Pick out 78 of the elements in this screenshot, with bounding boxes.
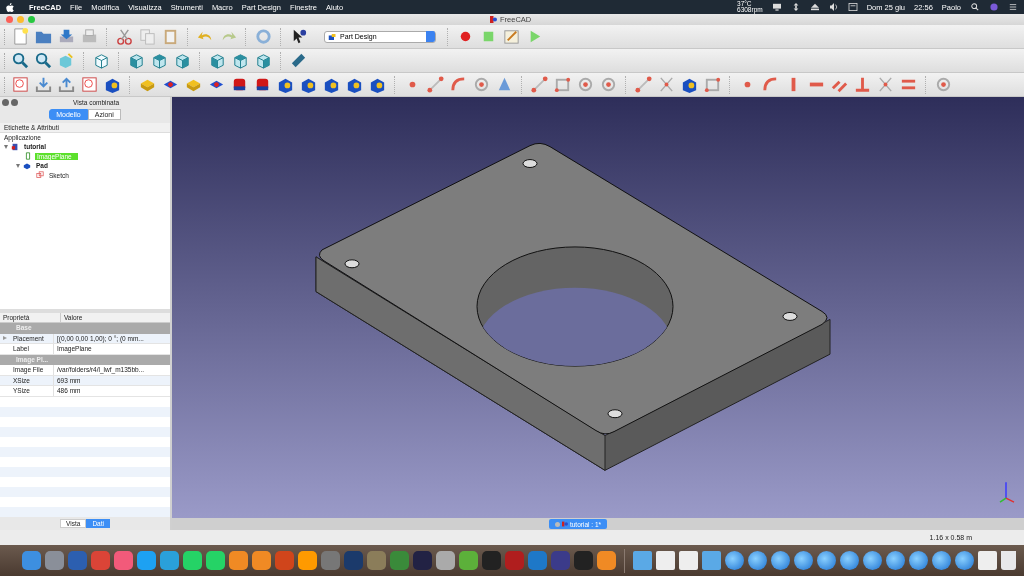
3d-viewport[interactable] bbox=[172, 97, 1024, 518]
cube-view-icon[interactable] bbox=[231, 51, 250, 70]
ruler-icon[interactable] bbox=[289, 51, 308, 70]
app-icon[interactable] bbox=[229, 551, 248, 570]
app-icon[interactable] bbox=[321, 551, 340, 570]
globe-icon[interactable] bbox=[909, 551, 928, 570]
scissors-icon[interactable] bbox=[115, 27, 134, 46]
app-logo-icon bbox=[490, 16, 497, 23]
image-plane-icon bbox=[24, 152, 32, 161]
fit-all-icon[interactable] bbox=[11, 51, 30, 70]
search-icon[interactable] bbox=[970, 3, 980, 11]
app-icon[interactable] bbox=[45, 551, 64, 570]
zoom-button[interactable] bbox=[28, 16, 35, 23]
new-file-icon[interactable] bbox=[11, 27, 30, 46]
cube-view-icon[interactable] bbox=[254, 51, 273, 70]
float-button[interactable] bbox=[11, 99, 18, 106]
app-logo-icon bbox=[561, 521, 568, 527]
globe-icon[interactable] bbox=[771, 551, 790, 570]
app-icon[interactable] bbox=[597, 551, 616, 570]
macro-edit-icon[interactable] bbox=[502, 27, 521, 46]
upload-icon[interactable] bbox=[57, 75, 76, 94]
plate-drawing[interactable] bbox=[315, 142, 831, 471]
line-icon[interactable] bbox=[426, 75, 445, 94]
expand-arrow-icon[interactable] bbox=[4, 144, 8, 149]
rectangle-icon[interactable] bbox=[553, 75, 572, 94]
axis-icon bbox=[999, 481, 1015, 503]
cube-view-icon[interactable] bbox=[173, 51, 192, 70]
sketch-icon bbox=[36, 171, 44, 180]
app-icon[interactable] bbox=[114, 551, 133, 570]
app-icon[interactable] bbox=[298, 551, 317, 570]
expand-arrow-icon[interactable] bbox=[16, 163, 20, 168]
globe-icon[interactable] bbox=[863, 551, 882, 570]
close-button[interactable] bbox=[2, 99, 9, 106]
download-icon[interactable] bbox=[34, 75, 53, 94]
globe-icon[interactable] bbox=[794, 551, 813, 570]
globe-icon[interactable] bbox=[817, 551, 836, 570]
app-icon[interactable] bbox=[459, 551, 478, 570]
display-icon[interactable] bbox=[771, 3, 782, 11]
app-icon[interactable] bbox=[160, 551, 179, 570]
app-icon[interactable] bbox=[413, 551, 432, 570]
app-icon[interactable] bbox=[91, 551, 110, 570]
fit-selection-icon[interactable] bbox=[34, 51, 53, 70]
polyline-icon[interactable] bbox=[530, 75, 549, 94]
cube-view-icon[interactable] bbox=[127, 51, 146, 70]
circle-icon[interactable] bbox=[472, 75, 491, 94]
app-icon[interactable] bbox=[183, 551, 202, 570]
app-icon[interactable] bbox=[22, 551, 41, 570]
app-icon[interactable] bbox=[275, 551, 294, 570]
expand-arrow-icon[interactable] bbox=[3, 336, 7, 341]
perpendicular-icon[interactable] bbox=[853, 75, 872, 94]
app-icon[interactable] bbox=[390, 551, 409, 570]
eject-icon[interactable] bbox=[809, 3, 820, 11]
cube-view-icon[interactable] bbox=[92, 51, 111, 70]
cube-view-icon[interactable] bbox=[150, 51, 169, 70]
app-icon[interactable] bbox=[137, 551, 156, 570]
siri-icon[interactable] bbox=[989, 3, 999, 11]
globe-icon[interactable] bbox=[725, 551, 744, 570]
app-icon[interactable] bbox=[252, 551, 271, 570]
globe-icon[interactable] bbox=[955, 551, 974, 570]
app-icon[interactable] bbox=[528, 551, 547, 570]
document-icon bbox=[11, 142, 19, 151]
app-icon[interactable] bbox=[574, 551, 593, 570]
volume-icon[interactable] bbox=[828, 3, 839, 11]
apple-logo-icon[interactable] bbox=[6, 2, 14, 12]
globe-icon[interactable] bbox=[886, 551, 905, 570]
menu-icon[interactable] bbox=[1008, 3, 1018, 11]
app-icon[interactable] bbox=[367, 551, 386, 570]
close-button[interactable] bbox=[6, 16, 13, 23]
app-icon[interactable] bbox=[482, 551, 501, 570]
close-icon[interactable] bbox=[554, 521, 560, 527]
globe-icon[interactable] bbox=[932, 551, 951, 570]
sketch-icon[interactable] bbox=[11, 75, 30, 94]
app-icon[interactable] bbox=[206, 551, 225, 570]
app-icon[interactable] bbox=[436, 551, 455, 570]
cube-view-icon[interactable] bbox=[208, 51, 227, 70]
workbench-icon bbox=[328, 32, 337, 41]
globe-icon[interactable] bbox=[748, 551, 767, 570]
globe-icon[interactable] bbox=[840, 551, 859, 570]
